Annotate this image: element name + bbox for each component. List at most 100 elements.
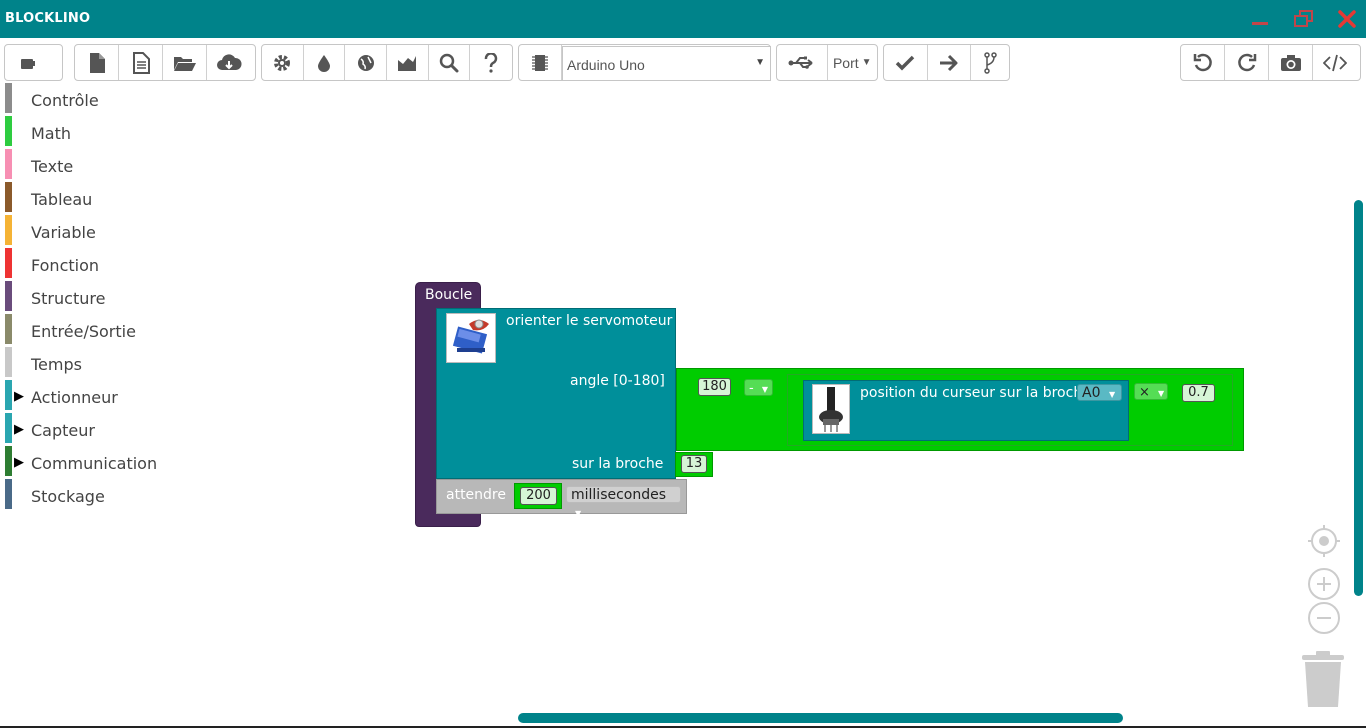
file-text-icon[interactable]: [119, 45, 163, 80]
potentiometer-label: position du curseur sur la broche: [860, 385, 1091, 401]
upload-group: [883, 44, 1010, 81]
chart-icon[interactable]: [387, 45, 429, 80]
chevron-down-icon: ▼: [1108, 390, 1116, 399]
toolbox-item-label: Entrée/Sortie: [31, 322, 136, 341]
category-color: [5, 413, 12, 443]
folder-open-icon[interactable]: [163, 45, 207, 80]
port-group: Port ▼: [776, 44, 878, 81]
search-icon[interactable]: [429, 45, 471, 80]
trash-icon[interactable]: [1300, 650, 1346, 715]
subtract-operator-dropdown[interactable]: - ▼: [744, 379, 773, 396]
code-icon[interactable]: [1313, 45, 1357, 80]
toolbox-toggle-group: [4, 44, 63, 81]
gear-icon[interactable]: [262, 45, 304, 80]
expand-arrow-icon[interactable]: ▶: [14, 421, 24, 437]
category-color: [5, 83, 12, 113]
toolbox-item-label: Capteur: [31, 421, 95, 440]
toolbox-item-controle[interactable]: Contrôle: [0, 83, 200, 116]
camera-icon[interactable]: [1269, 45, 1313, 80]
tools-group: [261, 44, 513, 81]
unit-value: millisecondes: [571, 487, 667, 503]
multiply-factor-field[interactable]: 0.7: [1182, 384, 1215, 402]
toolbox-item-temps[interactable]: Temps: [0, 347, 200, 380]
toolbox-item-math[interactable]: Math: [0, 116, 200, 149]
category-color: [5, 347, 12, 377]
toolbox-item-entree-sortie[interactable]: Entrée/Sortie: [0, 314, 200, 347]
toolbox-item-capteur[interactable]: ▶ Capteur: [0, 413, 200, 446]
toolbox-item-label: Stockage: [31, 487, 105, 506]
operator-value: ×: [1139, 385, 1150, 400]
toolbox-item-actionneur[interactable]: ▶ Actionneur: [0, 380, 200, 413]
servo-angle-label: angle [0-180]: [570, 373, 665, 389]
category-color: [5, 446, 12, 476]
redo-icon[interactable]: [1225, 45, 1269, 80]
wait-block-label: attendre: [446, 487, 506, 503]
toolbox-item-variable[interactable]: Variable: [0, 215, 200, 248]
servo-pin-field[interactable]: 13: [681, 455, 707, 473]
file-group: [74, 44, 256, 81]
minimize-icon[interactable]: [1248, 8, 1272, 30]
toolbox-item-communication[interactable]: ▶ Communication: [0, 446, 200, 479]
check-icon[interactable]: [884, 45, 928, 80]
edit-group: [1180, 44, 1361, 81]
pin-value: A0: [1082, 385, 1101, 401]
chevron-down-icon: ▼: [1158, 389, 1165, 398]
horizontal-scrollbar[interactable]: [518, 713, 1123, 723]
undo-icon[interactable]: [1181, 45, 1225, 80]
category-color: [5, 479, 12, 509]
potentiometer-pin-dropdown[interactable]: A0 ▼: [1077, 384, 1122, 401]
branch-icon[interactable]: [971, 45, 1009, 80]
toolbox-item-label: Fonction: [31, 256, 100, 275]
toolbox-item-label: Communication: [31, 454, 158, 473]
toolbox-item-structure[interactable]: Structure: [0, 281, 200, 314]
recenter-icon[interactable]: [1307, 524, 1341, 563]
toolbox-item-label: Contrôle: [31, 91, 99, 110]
help-icon[interactable]: [470, 45, 512, 80]
cloud-download-icon[interactable]: [207, 45, 251, 80]
category-color: [5, 182, 12, 212]
toolbox-item-texte[interactable]: Texte: [0, 149, 200, 182]
chip-icon: [519, 45, 562, 80]
category-color: [5, 149, 12, 179]
toolbox-item-tableau[interactable]: Tableau: [0, 182, 200, 215]
servo-pin-label: sur la broche: [572, 456, 664, 472]
new-file-icon[interactable]: [75, 45, 119, 80]
multiply-operator-dropdown[interactable]: × ▼: [1134, 383, 1168, 400]
category-color: [5, 248, 12, 278]
puzzle-icon[interactable]: [5, 45, 51, 80]
wait-unit-dropdown[interactable]: millisecondes ▼: [566, 486, 681, 518]
port-select[interactable]: Port ▼: [828, 45, 878, 80]
toolbar: Arduino Uno ▼ Port ▼: [0, 42, 1366, 82]
tint-icon[interactable]: [304, 45, 346, 80]
vertical-scrollbar[interactable]: [1354, 200, 1363, 596]
board-group: Arduino Uno ▼: [518, 44, 771, 81]
globe-icon[interactable]: [345, 45, 388, 80]
toolbox: Contrôle Math Texte Tableau Variable Fon…: [0, 83, 200, 512]
toolbox-item-stockage[interactable]: Stockage: [0, 479, 200, 512]
operator-value: -: [749, 381, 754, 396]
arrow-right-icon[interactable]: [928, 45, 972, 80]
title-bar: BLOCKLINO: [0, 0, 1366, 38]
expand-arrow-icon[interactable]: ▶: [14, 454, 24, 470]
expand-arrow-icon[interactable]: ▶: [14, 388, 24, 404]
chevron-down-icon: ▼: [575, 509, 582, 518]
app-title: BLOCKLINO: [5, 11, 91, 26]
subtract-left-field[interactable]: 180: [698, 378, 731, 396]
servo-image: [446, 313, 496, 363]
board-select[interactable]: Arduino Uno ▼: [562, 46, 771, 81]
toolbox-item-label: Tableau: [31, 190, 93, 209]
category-color: [5, 116, 12, 146]
chevron-down-icon: ▼: [761, 385, 768, 394]
potentiometer-image: [812, 384, 850, 434]
chevron-down-icon: ▼: [861, 57, 872, 68]
toolbox-item-fonction[interactable]: Fonction: [0, 248, 200, 281]
potentiometer-icon: [819, 387, 843, 432]
wait-value-field[interactable]: 200: [520, 487, 557, 505]
toolbox-item-label: Texte: [31, 157, 74, 176]
zoom-out-icon[interactable]: [1307, 601, 1341, 640]
loop-block-label: Boucle: [425, 287, 473, 303]
toolbox-item-label: Variable: [31, 223, 96, 242]
restore-icon[interactable]: [1292, 8, 1316, 30]
category-color: [5, 314, 12, 344]
close-icon[interactable]: [1335, 8, 1359, 30]
